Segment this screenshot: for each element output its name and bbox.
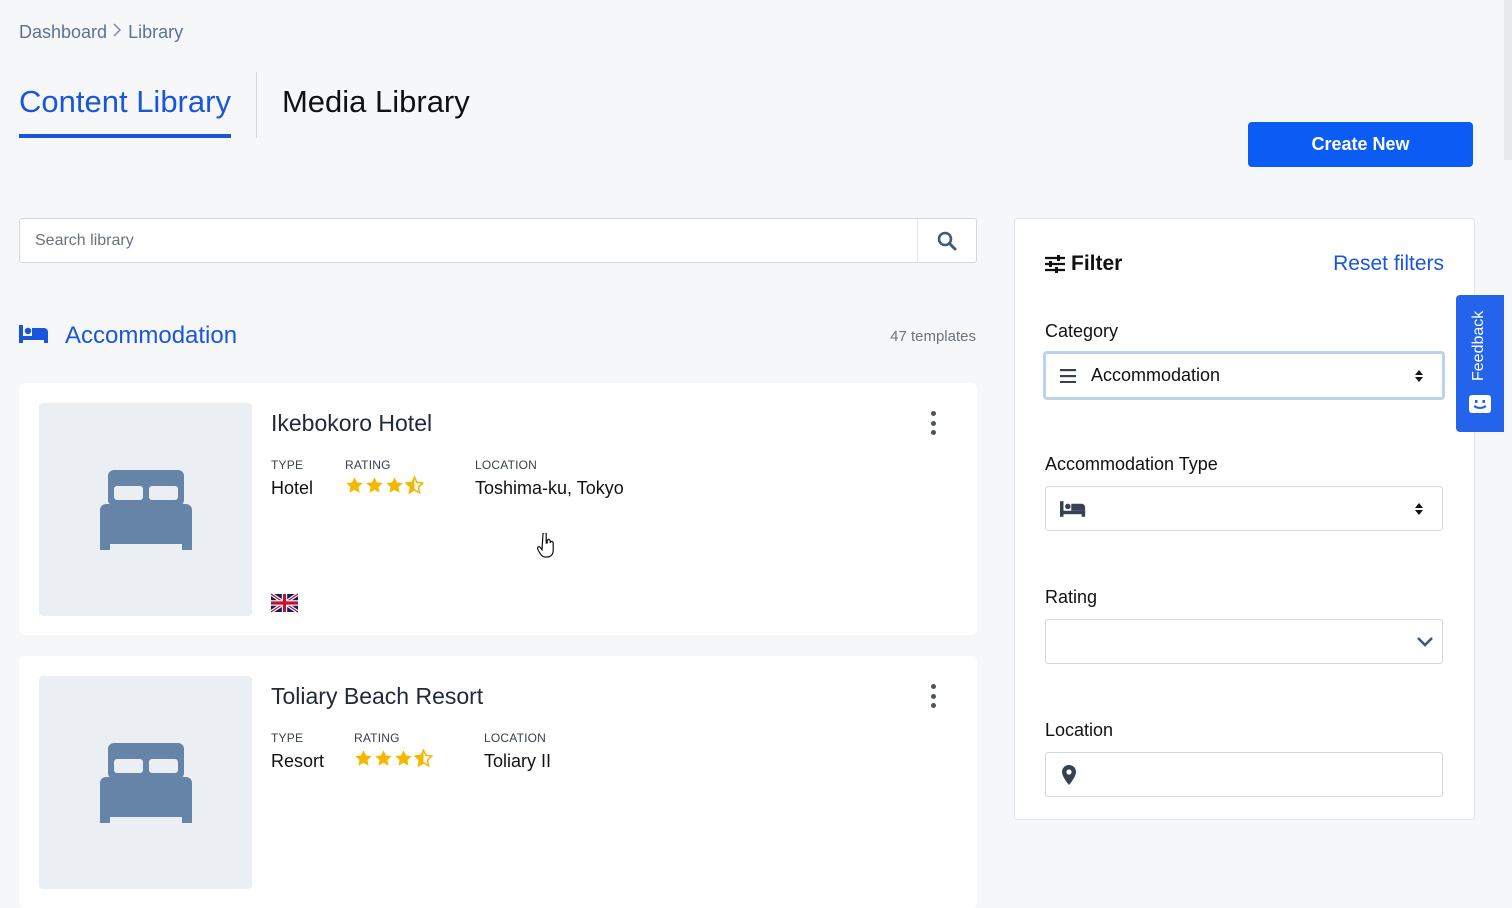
feedback-tab[interactable]: Feedback (1456, 295, 1504, 432)
type-label: TYPE (271, 731, 304, 745)
uk-flag-icon (270, 592, 299, 614)
map-pin-icon (1062, 764, 1076, 785)
more-options-icon[interactable] (923, 411, 943, 435)
sliders-icon (1045, 255, 1065, 273)
sort-arrows-icon (1415, 502, 1423, 515)
star-icon (346, 477, 363, 493)
chevron-down-icon (1417, 637, 1433, 647)
card-location: LOCATION Toliary II (484, 731, 551, 772)
star-icon (355, 750, 372, 766)
star-icon (395, 750, 412, 766)
type-label: TYPE (271, 458, 304, 472)
star-rating (345, 476, 424, 495)
search-bar (19, 218, 977, 263)
category-select[interactable]: Accommodation (1043, 351, 1445, 400)
library-tabs: Content Library Media Library (19, 72, 470, 138)
more-options-icon[interactable] (923, 684, 943, 708)
location-input[interactable] (1045, 752, 1443, 797)
card-type: TYPE Hotel (271, 458, 313, 499)
search-button[interactable] (917, 219, 976, 262)
location-label: LOCATION (475, 458, 538, 472)
accommodation-type-label: Accommodation Type (1045, 454, 1218, 474)
section-title: Accommodation (65, 322, 238, 349)
location-filter-label: Location (1045, 720, 1114, 740)
sort-arrows-icon (1415, 369, 1423, 382)
breadcrumb-current: Library (128, 22, 184, 42)
rating-label: RATING (345, 458, 391, 472)
type-value: Hotel (271, 478, 314, 498)
category-label: Category (1045, 321, 1119, 341)
star-icon (375, 750, 392, 766)
tab-content-library[interactable]: Content Library (19, 72, 231, 138)
location-label: LOCATION (484, 731, 547, 745)
location-value: Toliary II (484, 751, 552, 771)
rating-label: RATING (354, 731, 400, 745)
template-card[interactable]: Toliary Beach Resort TYPE Resort RATING … (19, 656, 977, 908)
location-value: Toshima-ku, Tokyo (475, 478, 624, 498)
filter-title: Filter (1071, 252, 1123, 275)
card-rating: RATING (354, 731, 433, 768)
bed-icon (19, 324, 49, 348)
search-icon (937, 231, 957, 250)
bed-icon (99, 469, 192, 550)
accommodation-type-select[interactable] (1045, 486, 1443, 531)
hand-cursor-icon (537, 533, 554, 558)
template-count: 47 templates (890, 327, 976, 345)
feedback-label: Feedback (1470, 310, 1487, 381)
type-value: Resort (271, 751, 325, 771)
bed-icon (1060, 500, 1086, 517)
template-card[interactable]: Ikebokoro Hotel TYPE Hotel RATING LOCATI… (19, 383, 977, 635)
star-rating (354, 749, 433, 768)
category-value: Accommodation (1091, 365, 1221, 385)
card-type: TYPE Resort (271, 731, 324, 772)
breadcrumb-dashboard-link[interactable]: Dashboard (19, 22, 107, 43)
filter-panel: Filter Reset filters Category Accommodat… (1014, 218, 1475, 820)
create-new-button[interactable]: Create New (1248, 122, 1473, 167)
star-half-icon (414, 749, 433, 768)
bed-icon (99, 742, 192, 823)
reset-filters-link[interactable]: Reset filters (1333, 252, 1444, 276)
star-icon (386, 477, 403, 493)
chat-face-icon (1469, 395, 1491, 413)
scrollbar[interactable] (1504, 0, 1512, 160)
card-location: LOCATION Toshima-ku, Tokyo (475, 458, 624, 499)
list-icon (1060, 368, 1076, 383)
section-header: Accommodation 47 templates (19, 322, 976, 350)
chevron-right-icon (113, 23, 122, 42)
card-title[interactable]: Toliary Beach Resort (271, 683, 483, 710)
card-title[interactable]: Ikebokoro Hotel (271, 410, 432, 437)
breadcrumb: Dashboard Library (19, 22, 183, 43)
rating-filter-label: Rating (1045, 587, 1098, 607)
rating-select[interactable] (1045, 619, 1443, 664)
card-thumbnail (39, 403, 252, 616)
star-half-icon (405, 476, 424, 495)
tab-media-library[interactable]: Media Library (255, 72, 470, 138)
search-input[interactable] (20, 219, 917, 262)
star-icon (366, 477, 383, 493)
card-thumbnail (39, 676, 252, 889)
filter-header: Filter (1045, 252, 1122, 276)
card-rating: RATING (345, 458, 424, 495)
